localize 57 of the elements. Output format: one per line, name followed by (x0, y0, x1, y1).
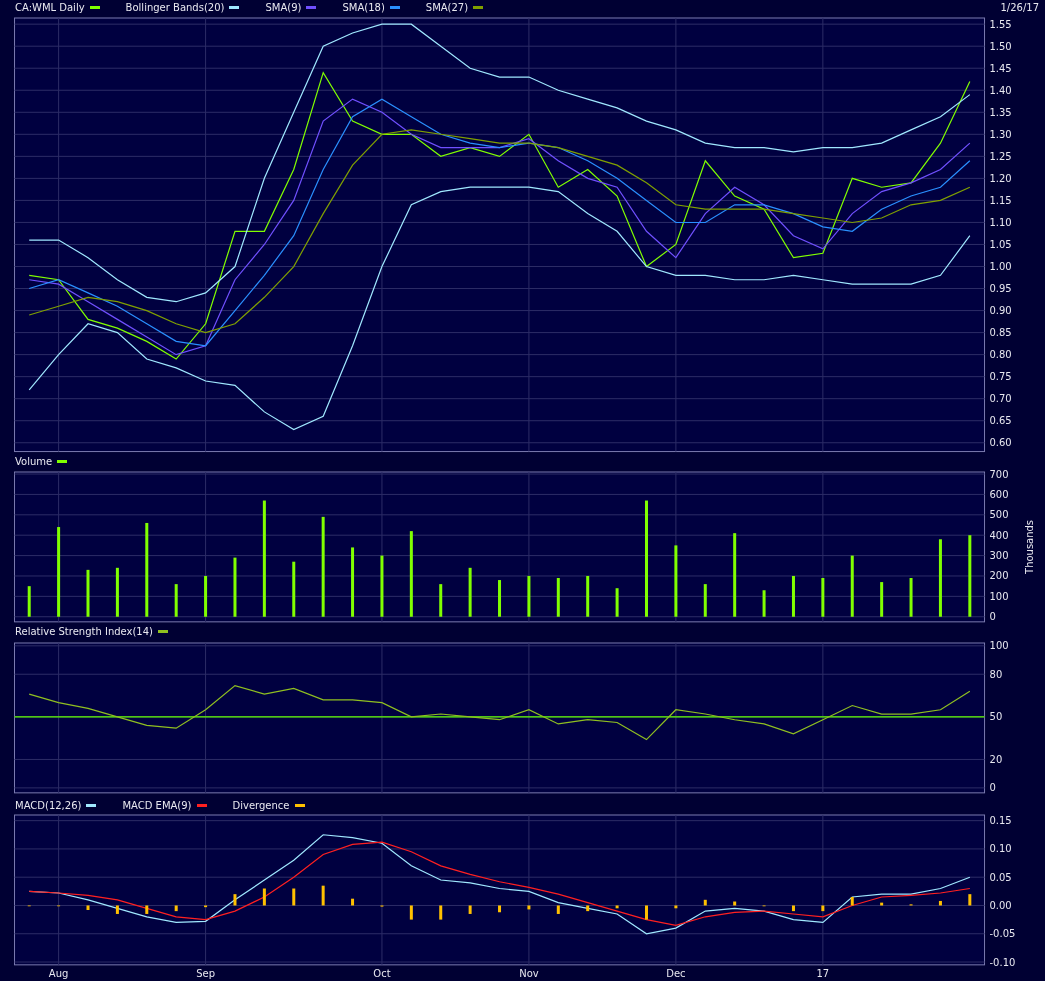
axis-tick-label: 17 (816, 968, 830, 979)
axis-tick-label: 1.15 (989, 194, 1012, 206)
axis-tick-label: 1.10 (989, 216, 1012, 228)
axis-tick-label: Nov (519, 968, 539, 979)
axis-tick-label: 20 (989, 754, 1003, 766)
axis-tick-label: 600 (989, 488, 1009, 500)
axis-tick-label: 300 (989, 549, 1009, 561)
axis-tick-label: 0.90 (989, 305, 1012, 317)
axis-tick-label: 0.85 (989, 327, 1012, 339)
axis-tick-label: 1.40 (989, 84, 1012, 96)
chart-date: 1/26/17 (1000, 2, 1039, 14)
axis-tick-label: 80 (989, 669, 1003, 681)
axis-tick-label: 0.15 (989, 815, 1012, 827)
legend-label: MACD EMA(9) (122, 799, 192, 811)
axis-tick-label: 1.55 (989, 18, 1012, 30)
axis-tick-label: 400 (989, 529, 1009, 541)
axis-tick-label: Sep (196, 968, 215, 979)
axis-tick-label: 1.25 (989, 150, 1012, 162)
axis-tick-label: 50 (989, 711, 1003, 723)
axis-tick-label: 1.35 (989, 106, 1012, 118)
axis-tick-label: 0.00 (989, 900, 1012, 912)
legend-label: Volume (15, 456, 53, 467)
axis-tick-label: 0.05 (989, 871, 1012, 883)
axis-tick-label: 1.20 (989, 172, 1012, 184)
axis-tick-label: 0.95 (989, 283, 1012, 294)
legend-label: SMA(27) (425, 2, 469, 14)
legend-label: Relative Strength Index(14) (15, 625, 153, 637)
axis-tick-label: 0.70 (989, 393, 1012, 405)
legend-label: MACD(12,26) (15, 799, 82, 811)
axis-tick-label: 0.60 (989, 437, 1012, 449)
axis-tick-label: 0.75 (989, 371, 1012, 383)
axis-tick-label: 0 (989, 610, 996, 622)
axis-tick-label: Dec (666, 968, 686, 979)
axis-title: Thousands (1024, 519, 1036, 574)
axis-tick-label: 1.50 (989, 40, 1012, 52)
axis-tick-label: 0.10 (989, 843, 1012, 855)
axis-tick-label: -0.10 (989, 956, 1016, 968)
axis-tick-label: 1.45 (989, 62, 1012, 74)
legend-label: Divergence (232, 799, 290, 811)
axis-tick-label: 100 (989, 640, 1009, 652)
axis-tick-label: 0 (989, 782, 996, 794)
axis-tick-label: Oct (373, 968, 391, 979)
axis-tick-label: 0.65 (989, 415, 1012, 427)
axis-tick-label: 100 (989, 590, 1009, 602)
legend-label: CA:WML Daily (15, 2, 85, 14)
legend-label: SMA(9) (265, 2, 302, 14)
axis-tick-label: 200 (989, 570, 1009, 581)
legend-label: Bollinger Bands(20) (125, 2, 225, 14)
axis-tick-label: 500 (989, 508, 1009, 520)
axis-tick-label: 1.00 (989, 261, 1012, 272)
axis-tick-label: 1.30 (989, 128, 1012, 140)
axis-tick-label: Aug (48, 968, 69, 979)
legend-label: SMA(18) (342, 2, 385, 14)
axis-tick-label: -0.05 (989, 928, 1016, 940)
axis-tick-label: 700 (989, 469, 1009, 480)
axis-tick-label: 1.05 (989, 238, 1012, 250)
axis-tick-label: 0.80 (989, 349, 1012, 361)
